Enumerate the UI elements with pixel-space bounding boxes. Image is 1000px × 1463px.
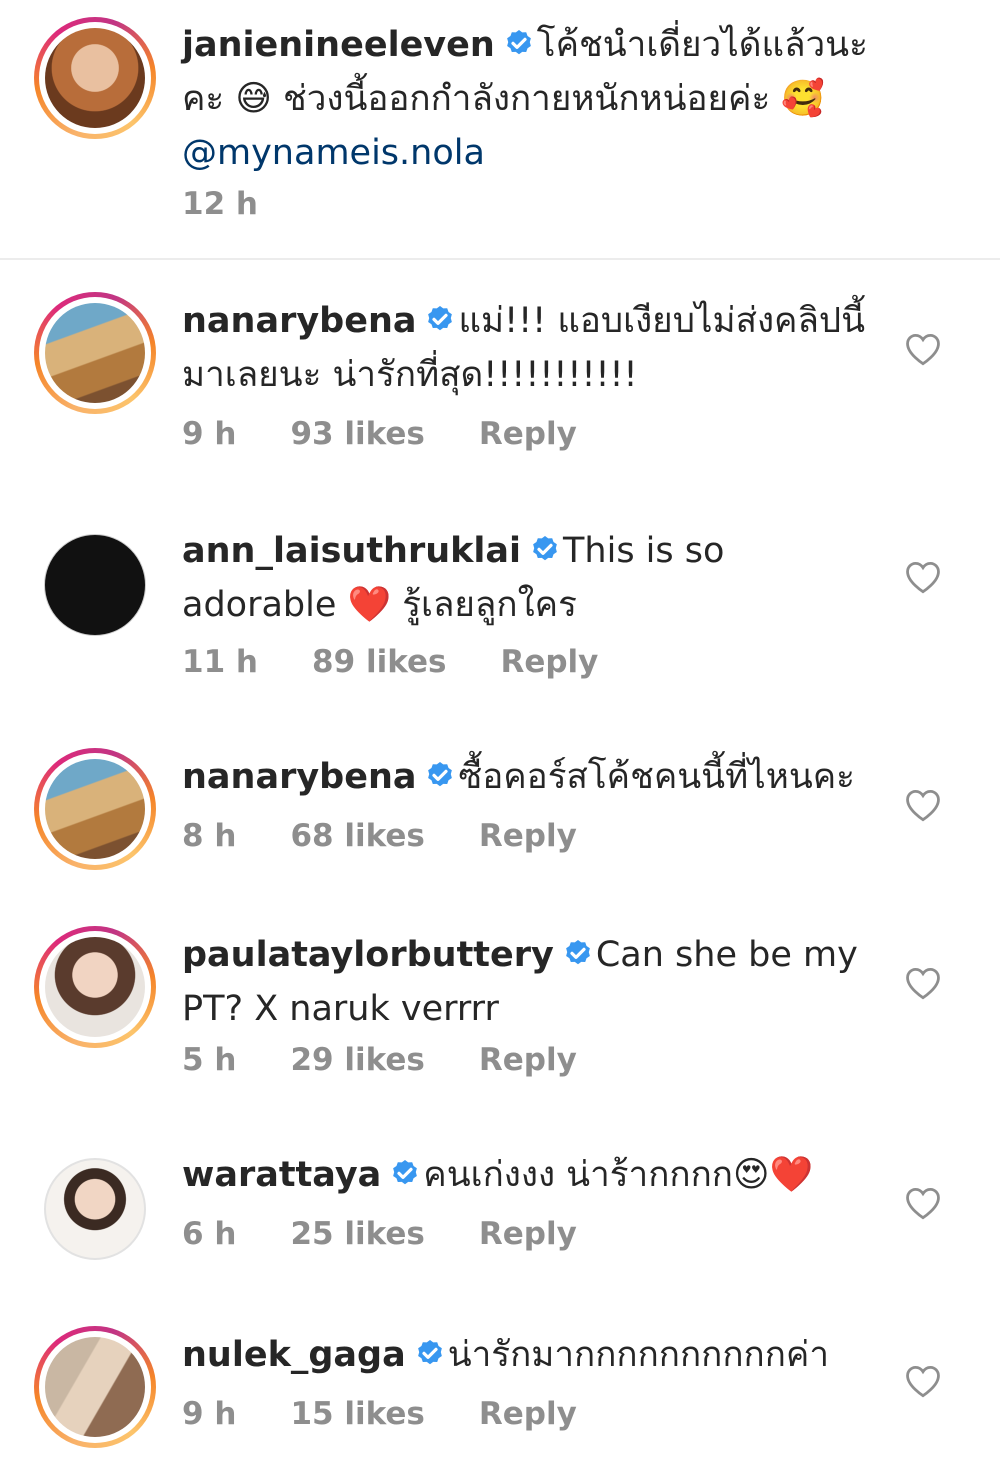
avatar[interactable]: [34, 292, 156, 414]
username[interactable]: nanarybena: [182, 757, 416, 797]
likes-count[interactable]: 25 likes: [290, 1216, 424, 1252]
comment-text: ann_laisuthruklai This is so adorable ❤️ …: [182, 524, 872, 632]
avatar[interactable]: [34, 17, 156, 139]
reply-button[interactable]: Reply: [479, 1042, 577, 1078]
likes-count[interactable]: 15 likes: [290, 1396, 424, 1432]
comment-body: น่ารักมากกกกกกกกกกค่า: [447, 1335, 829, 1375]
verified-badge-icon: [428, 306, 453, 331]
comment-meta: 11 h 89 likes Reply: [182, 644, 598, 680]
verified-badge-icon: [565, 940, 590, 965]
avatar[interactable]: [34, 748, 156, 870]
heart-icon[interactable]: [904, 560, 942, 594]
verified-badge-icon: [428, 762, 453, 787]
timestamp: 9 h: [182, 416, 237, 452]
username[interactable]: janienineeleven: [182, 25, 495, 65]
comment-text: nanarybena แม่!!! แอบเงียบไม่ส่งคลิปนี้มา…: [182, 294, 872, 402]
heart-icon[interactable]: [904, 332, 942, 366]
comment-meta: 9 h 15 likes Reply: [182, 1396, 577, 1432]
likes-count[interactable]: 93 likes: [290, 416, 424, 452]
username[interactable]: nulek_gaga: [182, 1335, 406, 1375]
comment-body: คนเก่งงง น่าร้ากกกก😍❤️: [423, 1155, 814, 1195]
heart-icon[interactable]: [904, 788, 942, 822]
verified-badge-icon: [393, 1160, 418, 1185]
timestamp: 9 h: [182, 1396, 237, 1432]
heart-icon[interactable]: [904, 1364, 942, 1398]
comment-text: warattaya คนเก่งงง น่าร้ากกกก😍❤️: [182, 1148, 872, 1202]
username[interactable]: nanarybena: [182, 301, 416, 341]
comment-meta: 6 h 25 likes Reply: [182, 1216, 577, 1252]
username[interactable]: ann_laisuthruklai: [182, 531, 521, 571]
reply-button[interactable]: Reply: [479, 416, 577, 452]
reply-button[interactable]: Reply: [479, 1396, 577, 1432]
heart-icon[interactable]: [904, 966, 942, 1000]
comment-text: paulataylorbuttery Can she be my PT? X na…: [182, 928, 872, 1036]
avatar[interactable]: [44, 534, 146, 636]
likes-count[interactable]: 29 likes: [290, 1042, 424, 1078]
timestamp: 8 h: [182, 818, 237, 854]
caption-text: janienineeleven โค้ชนำเดี่ยวได้แล้วนะคะ 😅…: [182, 18, 872, 180]
avatar[interactable]: [44, 1158, 146, 1260]
reply-button[interactable]: Reply: [479, 1216, 577, 1252]
comment-meta: 8 h 68 likes Reply: [182, 818, 577, 854]
comment-text: nanarybena ซื้อคอร์สโค้ชคนนี้ที่ไหนคะ: [182, 750, 872, 804]
comment-text: nulek_gaga น่ารักมากกกกกกกกกกค่า: [182, 1328, 872, 1382]
reply-button[interactable]: Reply: [500, 644, 598, 680]
caption-meta: 12 h: [182, 186, 258, 222]
comment-meta: 5 h 29 likes Reply: [182, 1042, 577, 1078]
likes-count[interactable]: 68 likes: [290, 818, 424, 854]
comment-meta: 9 h 93 likes Reply: [182, 416, 577, 452]
reply-button[interactable]: Reply: [479, 818, 577, 854]
timestamp: 11 h: [182, 644, 259, 680]
comment-body: ซื้อคอร์สโค้ชคนนี้ที่ไหนคะ: [458, 757, 855, 797]
avatar[interactable]: [34, 926, 156, 1048]
verified-badge-icon: [417, 1340, 442, 1365]
username[interactable]: paulataylorbuttery: [182, 935, 554, 975]
timestamp: 12 h: [182, 186, 259, 222]
divider: [0, 258, 1000, 260]
avatar[interactable]: [34, 1326, 156, 1448]
post-caption: janienineeleven โค้ชนำเดี่ยวได้แล้วนะคะ 😅…: [0, 0, 1000, 258]
mention-link[interactable]: @mynameis.nola: [182, 133, 485, 173]
timestamp: 5 h: [182, 1042, 237, 1078]
verified-badge-icon: [533, 536, 557, 561]
heart-icon[interactable]: [904, 1186, 942, 1220]
verified-badge-icon: [506, 30, 531, 55]
timestamp: 6 h: [182, 1216, 237, 1252]
likes-count[interactable]: 89 likes: [312, 644, 446, 680]
username[interactable]: warattaya: [182, 1155, 381, 1195]
